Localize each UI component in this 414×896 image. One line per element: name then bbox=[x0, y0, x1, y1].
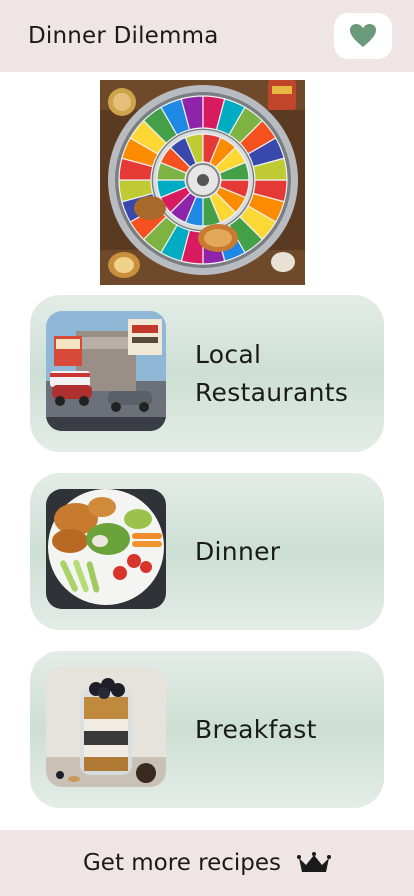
app-title: Dinner Dilemma bbox=[28, 23, 219, 49]
crown-icon bbox=[297, 852, 332, 872]
restaurant-thumbnail bbox=[46, 311, 166, 431]
dinner-thumbnail bbox=[46, 489, 166, 609]
category-card-dinner[interactable]: Dinner bbox=[30, 473, 384, 630]
card-label: Breakfast bbox=[195, 714, 317, 744]
hero-wheel-image bbox=[100, 80, 305, 285]
app-header: Dinner Dilemma bbox=[0, 0, 414, 72]
favorites-button[interactable] bbox=[334, 13, 392, 59]
footer-label: Get more recipes bbox=[82, 850, 282, 876]
category-card-breakfast[interactable]: Breakfast bbox=[30, 651, 384, 808]
breakfast-thumbnail bbox=[46, 667, 166, 787]
category-card-local-restaurants[interactable]: Local Restaurants bbox=[30, 295, 384, 452]
heart-icon bbox=[350, 24, 376, 47]
card-label: Dinner bbox=[195, 536, 281, 566]
get-more-recipes-button[interactable]: Get more recipes bbox=[0, 830, 414, 896]
card-label: Local Restaurants bbox=[195, 339, 349, 407]
